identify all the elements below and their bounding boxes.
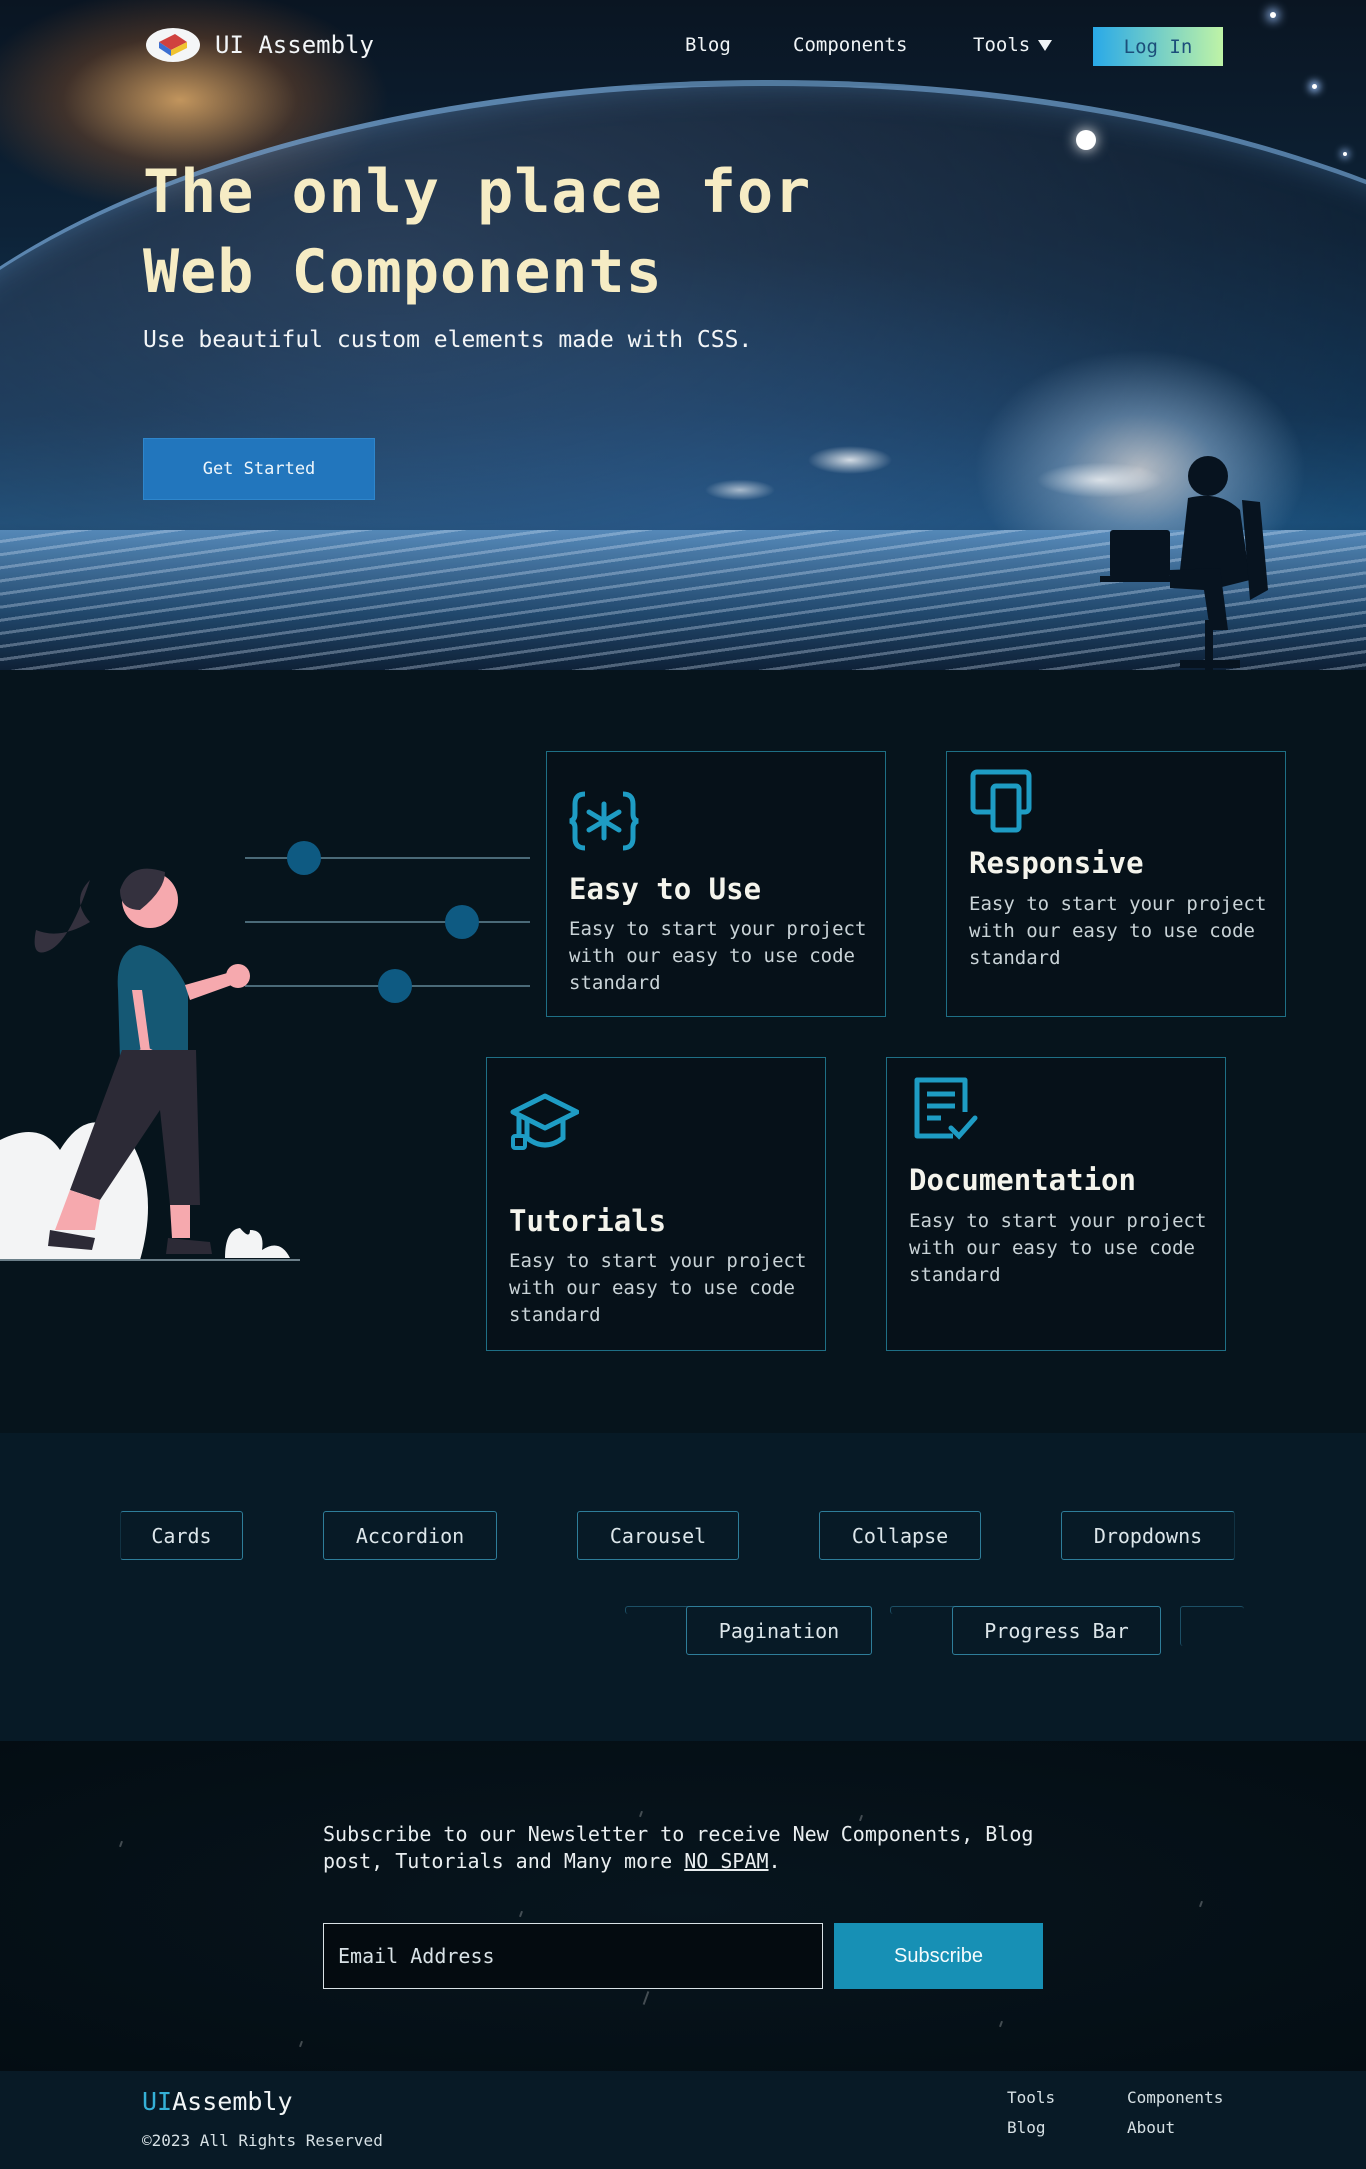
login-button[interactable]: Log In: [1093, 27, 1223, 66]
footer-logo-ui: UI: [142, 2087, 173, 2116]
footer-link-tools[interactable]: Tools: [1007, 2088, 1055, 2107]
newsletter-text-end: .: [768, 1849, 781, 1873]
feature-card-easy-to-use[interactable]: Easy to Use Easy to start your project w…: [546, 751, 886, 1017]
hero-title-line2: Web Components: [143, 237, 663, 307]
star: [1343, 152, 1347, 156]
card-text: Easy to start your project with our easy…: [909, 1210, 1207, 1286]
top-navbar: UI Assembly Blog Components Tools Log In: [0, 0, 1366, 95]
woman-adjusting-sliders-illustration: [0, 841, 530, 1261]
logo-icon: [146, 28, 200, 62]
background-speck: [119, 1840, 123, 1848]
tag-dropdowns[interactable]: Dropdowns: [1061, 1511, 1235, 1560]
tag-carousel[interactable]: Carousel: [577, 1511, 739, 1560]
newsletter-text: Subscribe to our Newsletter to receive N…: [323, 1821, 1053, 1875]
hero-section: UI Assembly Blog Components Tools Log In…: [0, 0, 1366, 670]
footer-logo-assembly: Assembly: [172, 2087, 293, 2116]
hero-title-line1: The only place for: [143, 157, 812, 227]
nav-link-tools[interactable]: Tools: [973, 34, 1053, 56]
card-text: Easy to start your project with our easy…: [509, 1250, 807, 1326]
subscribe-button[interactable]: Subscribe: [834, 1923, 1043, 1989]
footer-logo[interactable]: UIAssembly: [142, 2087, 293, 2116]
site-footer: UIAssembly ©2023 All Rights Reserved Too…: [0, 2071, 1366, 2169]
copyright-text: ©2023 All Rights Reserved: [142, 2131, 383, 2150]
graduation-cap-icon: [510, 1093, 579, 1150]
braces-asterisk-icon: [569, 791, 639, 851]
tag-accordion[interactable]: Accordion: [323, 1511, 497, 1560]
newsletter-text-main: Subscribe to our Newsletter to receive N…: [323, 1822, 1034, 1873]
newsletter-section: Subscribe to our Newsletter to receive N…: [0, 1741, 1366, 2071]
tag-pagination[interactable]: Pagination: [686, 1606, 872, 1655]
background-speck: [299, 2040, 303, 2048]
feature-card-documentation[interactable]: Documentation Easy to start your project…: [886, 1057, 1226, 1351]
devices-icon: [970, 769, 1032, 833]
footer-link-components[interactable]: Components: [1127, 2088, 1223, 2107]
email-field[interactable]: Email Address: [323, 1923, 823, 1989]
nav-link-tools-label: Tools: [973, 34, 1031, 56]
nav-link-components[interactable]: Components: [793, 34, 907, 56]
person-at-laptop-silhouette: [1100, 456, 1268, 670]
card-text: Easy to start your project with our easy…: [969, 893, 1267, 969]
no-spam-label: NO SPAM: [684, 1849, 769, 1873]
caret-down-icon: [1038, 39, 1053, 51]
feature-card-tutorials[interactable]: Tutorials Easy to start your project wit…: [486, 1057, 826, 1351]
footer-link-blog[interactable]: Blog: [1007, 2118, 1046, 2137]
background-speck: [999, 2020, 1003, 2028]
tag-partial: [1180, 1606, 1244, 1646]
card-text: Easy to start your project with our easy…: [569, 918, 867, 994]
get-started-button[interactable]: Get Started: [143, 438, 375, 500]
features-section: Easy to Use Easy to start your project w…: [0, 670, 1366, 1433]
card-title: Documentation: [909, 1163, 1136, 1197]
hero-subtitle: Use beautiful custom elements made with …: [143, 327, 753, 353]
feature-card-responsive[interactable]: Responsive Easy to start your project wi…: [946, 751, 1286, 1017]
background-speck: [1199, 1900, 1203, 1908]
background-speck: [519, 1910, 523, 1918]
card-title: Easy to Use: [569, 872, 762, 906]
tag-progress-bar[interactable]: Progress Bar: [952, 1606, 1161, 1655]
background-speck: [642, 1991, 650, 2005]
component-tags-section: Cards Accordion Carousel Collapse Dropdo…: [0, 1433, 1366, 1741]
tag-collapse[interactable]: Collapse: [819, 1511, 981, 1560]
footer-link-about[interactable]: About: [1127, 2118, 1175, 2137]
background-speck: [639, 1810, 643, 1818]
logo-text: UI Assembly: [215, 31, 374, 59]
nav-link-blog[interactable]: Blog: [685, 34, 731, 56]
moon: [1076, 130, 1096, 150]
tag-cards[interactable]: Cards: [120, 1511, 243, 1560]
hero-title: The only place for Web Components: [143, 152, 1043, 312]
card-title: Responsive: [969, 846, 1144, 880]
document-check-icon: [914, 1077, 978, 1140]
card-title: Tutorials: [509, 1204, 667, 1238]
brand-logo[interactable]: UI Assembly: [145, 26, 374, 64]
